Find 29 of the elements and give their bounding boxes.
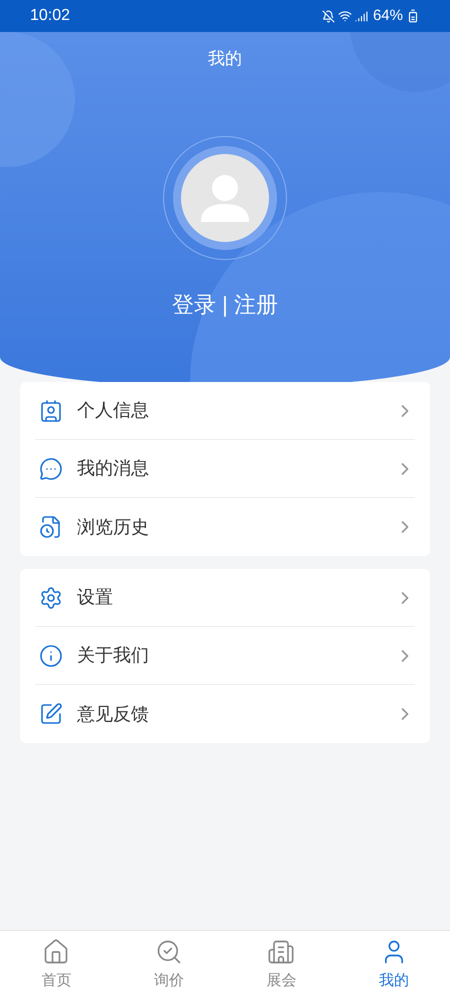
chat-bubble-icon — [39, 456, 63, 480]
wifi-icon — [338, 9, 352, 23]
signal-icon — [354, 10, 368, 22]
menu-item[interactable]: 意见反馈 — [35, 685, 415, 743]
tab-item[interactable]: 询价 — [112, 931, 225, 1000]
login-link[interactable]: 登录 — [172, 288, 216, 320]
info-icon — [39, 644, 63, 668]
edit-icon — [39, 702, 63, 726]
battery-icon — [406, 9, 420, 23]
menu-item[interactable]: 我的消息 — [35, 440, 415, 498]
tab-item[interactable]: 展会 — [225, 931, 338, 1000]
settings-icon — [39, 586, 63, 610]
tab-item[interactable]: 我的 — [338, 931, 450, 1000]
menu-item[interactable]: 关于我们 — [35, 627, 415, 685]
menu-item[interactable]: 个人信息 — [35, 382, 415, 440]
battery-percent: 64% — [372, 6, 403, 26]
document-clock-icon — [39, 515, 63, 539]
page-title: 我的 — [208, 48, 242, 70]
avatar-icon[interactable] — [181, 154, 269, 242]
building-icon — [267, 938, 296, 966]
search-icon — [154, 938, 183, 966]
separator-text: | — [222, 290, 228, 319]
home-icon — [42, 938, 70, 966]
menu-item[interactable]: 浏览历史 — [35, 498, 415, 556]
status-time: 10:02 — [30, 6, 70, 26]
tab-item[interactable]: 首页 — [0, 931, 112, 1000]
menu-item[interactable]: 设置 — [35, 569, 415, 627]
mute-icon — [322, 10, 335, 22]
id-card-icon — [39, 398, 63, 422]
